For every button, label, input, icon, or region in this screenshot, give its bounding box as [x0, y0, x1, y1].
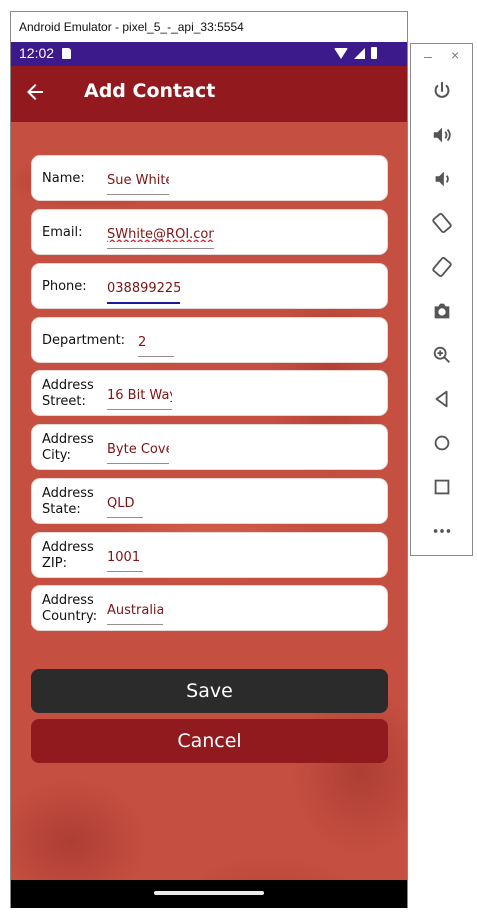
back-button[interactable]	[23, 80, 55, 108]
emulator-toolbar: – ×	[410, 43, 473, 556]
email-input[interactable]	[107, 222, 214, 249]
overview-button[interactable]	[431, 476, 453, 498]
overview-icon	[434, 479, 450, 495]
name-input[interactable]	[107, 168, 169, 195]
address-zip-input[interactable]	[107, 545, 143, 572]
volume-up-button[interactable]	[431, 124, 453, 146]
address-state-field: Address State:	[31, 478, 388, 524]
address-city-input[interactable]	[107, 437, 169, 464]
close-button[interactable]: ×	[451, 47, 459, 63]
name-field: Name:	[31, 155, 388, 201]
window-title: Android Emulator - pixel_5_-_api_33:5554	[11, 12, 407, 42]
rotate-right-button[interactable]	[431, 256, 453, 278]
home-gesture-bar[interactable]	[154, 891, 264, 895]
address-country-input[interactable]	[107, 598, 163, 625]
arrow-left-icon	[27, 84, 43, 100]
department-field: Department:	[31, 317, 388, 363]
cancel-button[interactable]: Cancel	[31, 719, 388, 763]
wifi-icon	[334, 47, 348, 59]
status-bar: 12:02	[11, 42, 407, 66]
zoom-icon	[433, 346, 450, 363]
power-icon	[434, 81, 450, 98]
phone-screen: 12:02 Add Contact Name: Email:	[11, 42, 407, 908]
department-label: Department:	[42, 333, 126, 348]
home-button[interactable]	[431, 432, 453, 454]
back-nav-button[interactable]	[431, 388, 453, 410]
signal-icon	[354, 47, 365, 59]
sd-card-icon	[62, 48, 71, 59]
app-bar: Add Contact	[11, 66, 407, 122]
volume-up-icon	[433, 127, 451, 143]
phone-input[interactable]	[107, 276, 180, 304]
phone-field: Phone:	[31, 263, 388, 309]
department-input[interactable]	[138, 330, 174, 357]
volume-down-icon	[435, 171, 449, 187]
page-title: Add Contact	[84, 80, 216, 102]
address-street-input[interactable]	[107, 383, 172, 410]
back-icon	[435, 390, 448, 408]
home-icon	[434, 435, 450, 451]
rotate-left-icon	[432, 212, 452, 234]
volume-down-button[interactable]	[431, 168, 453, 190]
power-button[interactable]	[431, 80, 453, 102]
address-street-field: Address Street:	[31, 370, 388, 416]
address-city-field: Address City:	[31, 424, 388, 470]
status-time: 12:02	[19, 45, 55, 61]
email-field: Email:	[31, 209, 388, 255]
address-state-input[interactable]	[107, 491, 143, 518]
emulator-window: Android Emulator - pixel_5_-_api_33:5554…	[10, 11, 408, 908]
camera-icon	[434, 303, 450, 319]
zoom-button[interactable]	[431, 344, 453, 366]
minimize-button[interactable]: –	[424, 48, 432, 64]
rotate-left-button[interactable]	[431, 212, 453, 234]
address-country-field: Address Country:	[31, 585, 388, 631]
navigation-bar	[11, 880, 407, 908]
address-zip-field: Address ZIP:	[31, 532, 388, 578]
more-button[interactable]	[431, 520, 453, 542]
rotate-right-icon	[432, 256, 452, 278]
more-icon	[433, 529, 451, 533]
form-area: Name: Email: Phone: Department: Address …	[11, 122, 407, 880]
save-button[interactable]: Save	[31, 669, 388, 713]
battery-icon	[371, 47, 377, 59]
screenshot-button[interactable]	[431, 300, 453, 322]
